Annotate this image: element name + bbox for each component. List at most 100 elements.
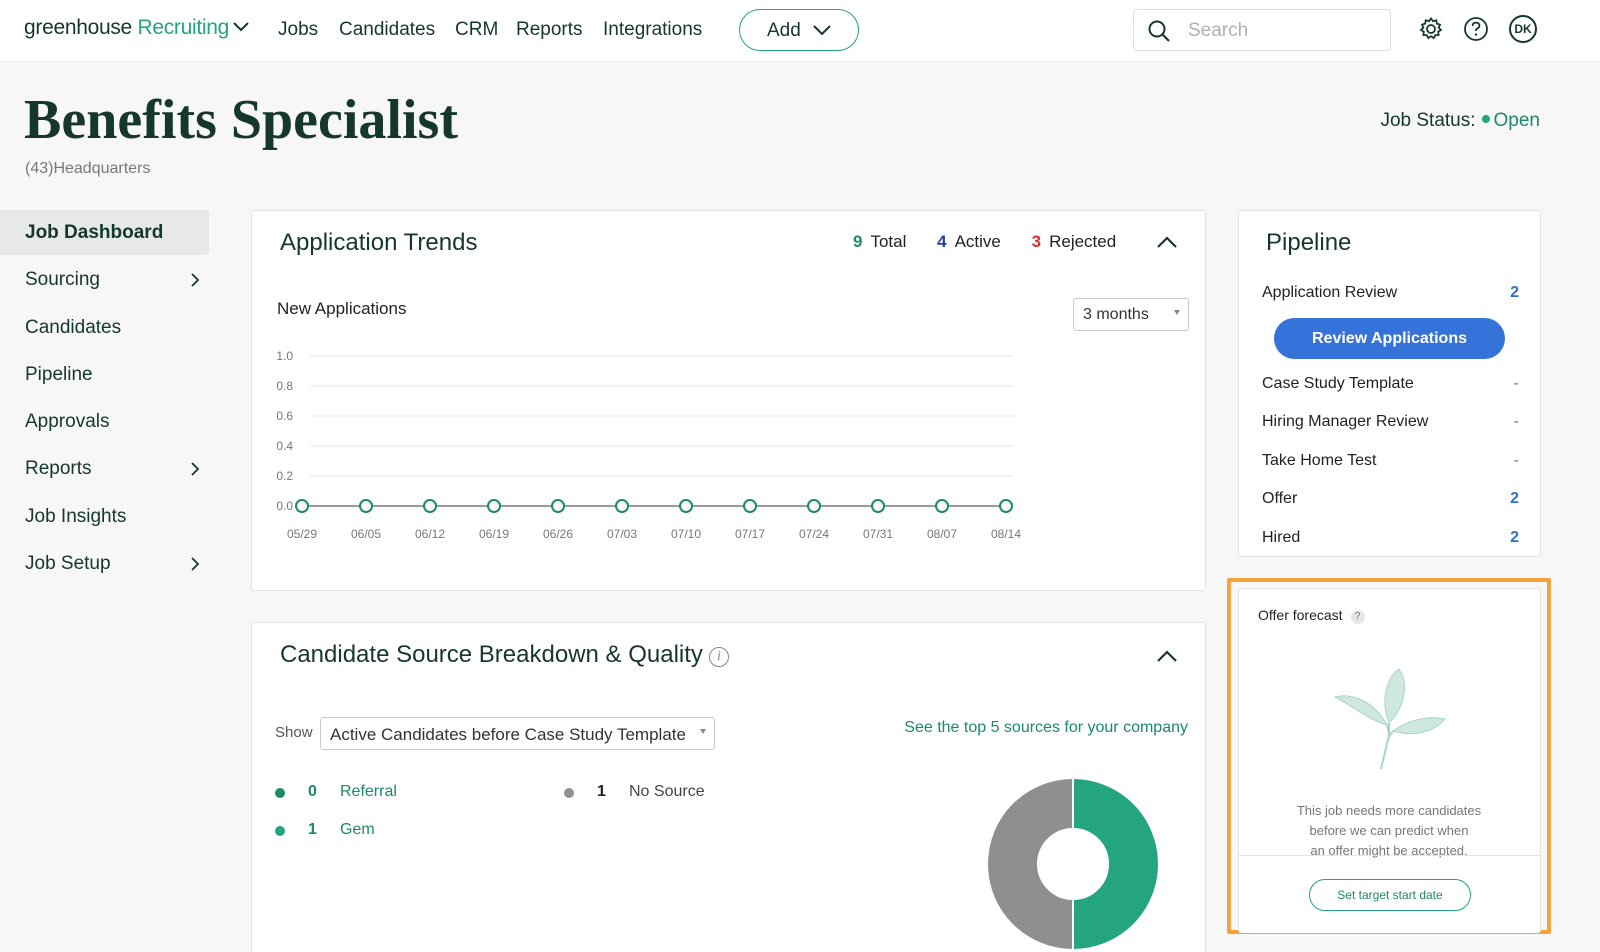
stage-count[interactable]: 2 — [1510, 284, 1519, 302]
y-tick-label: 0.0 — [276, 499, 293, 513]
show-select[interactable]: Active Candidates before Case Study Temp… — [320, 717, 715, 750]
stat-total[interactable]: 9 Total — [853, 232, 906, 251]
data-point — [423, 499, 437, 513]
product-switcher-chevron-icon[interactable] — [232, 20, 250, 38]
info-icon[interactable]: i — [708, 647, 729, 667]
source-item-referral[interactable]: 0 Referral — [275, 783, 525, 803]
x-tick-label: 06/12 — [415, 527, 445, 541]
sidebar-item-label: Job Insights — [25, 506, 127, 527]
select-arrow-icon — [1174, 310, 1180, 315]
pipeline-stage-application-review[interactable]: Application Review 2 — [1262, 284, 1519, 302]
stage-count[interactable]: 2 — [1510, 529, 1519, 547]
x-tick-label: 06/26 — [543, 527, 573, 541]
x-tick-label: 07/24 — [799, 527, 829, 541]
top-sources-link[interactable]: See the top 5 sources for your company — [904, 719, 1188, 737]
page-title: Benefits Specialist — [24, 89, 458, 151]
stat-active-count: 4 — [937, 232, 947, 251]
new-applications-chart: 0.0 0.2 0.4 0.6 0.8 1.0 05/29 06/05 06/12 06/19 06… — [276, 349, 1021, 541]
divider — [1239, 855, 1540, 856]
y-tick-label: 1.0 — [276, 349, 293, 363]
stat-rejected-label: Rejected — [1049, 232, 1117, 251]
user-avatar[interactable]: DK — [1509, 15, 1537, 43]
stage-name: Case Study Template — [1262, 375, 1414, 392]
sidebar-item-label: Sourcing — [25, 269, 100, 290]
sidebar-item-job-insights[interactable]: Job Insights — [0, 494, 209, 539]
collapse-chevron-up-icon[interactable] — [1156, 649, 1178, 668]
pipeline-card: Pipeline Application Review 2 Review Appl… — [1238, 210, 1541, 557]
search-box[interactable] — [1133, 9, 1391, 51]
sidebar-item-reports[interactable]: Reports — [0, 446, 209, 491]
data-point — [487, 499, 501, 513]
review-applications-button[interactable]: Review Applications — [1274, 318, 1505, 359]
x-tick-label: 05/29 — [287, 527, 317, 541]
pipeline-stage-hired[interactable]: Hired 2 — [1262, 529, 1519, 547]
application-trends-card: Application Trends 9 Total 4 Active 3 Rejec… — [251, 210, 1206, 591]
stage-name: Take Home Test — [1262, 452, 1377, 469]
data-point — [935, 499, 949, 513]
greenhouse-logo[interactable]: greenhouse Recruiting — [24, 16, 229, 40]
pipeline-stage-hiring-manager-review[interactable]: Hiring Manager Review - — [1262, 413, 1519, 431]
candidate-source-title-text: Candidate Source Breakdown & Quality — [280, 641, 703, 668]
stat-total-count: 9 — [853, 232, 863, 251]
add-button[interactable]: Add — [739, 9, 859, 51]
sidebar-item-label: Job Setup — [25, 553, 111, 574]
stat-active[interactable]: 4 Active — [937, 232, 1001, 251]
legend-dot-icon — [564, 788, 574, 798]
range-select[interactable]: 3 months — [1073, 298, 1189, 331]
candidate-source-title: Candidate Source Breakdown & Quality i — [280, 641, 729, 669]
sidebar-item-label: Reports — [25, 458, 92, 479]
y-tick-label: 0.2 — [276, 469, 293, 483]
donut-slice[interactable] — [1072, 776, 1160, 952]
nav-integrations-link[interactable]: Integrations — [603, 19, 702, 41]
offer-forecast-card: Offer forecast? This job needs more cand… — [1238, 588, 1541, 933]
message-line: an offer might be accepted. — [1310, 843, 1468, 858]
sidebar-item-label: Job Dashboard — [25, 222, 164, 243]
stat-rejected[interactable]: 3 Rejected — [1032, 232, 1117, 251]
logo-brand: greenhouse — [24, 16, 132, 39]
help-icon[interactable]: ? — [1350, 610, 1365, 624]
search-input[interactable] — [1188, 19, 1378, 43]
data-point — [871, 499, 885, 513]
data-point — [551, 499, 565, 513]
select-arrow-icon — [700, 729, 706, 734]
sidebar-item-pipeline[interactable]: Pipeline — [0, 352, 209, 397]
data-point — [807, 499, 821, 513]
gear-icon[interactable] — [1418, 16, 1444, 47]
stat-active-label: Active — [954, 232, 1001, 251]
nav-candidates-link[interactable]: Candidates — [339, 19, 435, 41]
collapse-chevron-up-icon[interactable] — [1156, 235, 1178, 254]
pipeline-stage-case-study-template[interactable]: Case Study Template - — [1262, 375, 1519, 393]
source-item-gem[interactable]: 1 Gem — [275, 821, 525, 841]
sidebar-item-job-setup[interactable]: Job Setup — [0, 541, 209, 586]
nav-reports-link[interactable]: Reports — [516, 19, 583, 41]
help-icon[interactable] — [1463, 16, 1489, 47]
source-count: 1 — [308, 821, 317, 838]
job-status-value[interactable]: Open — [1494, 110, 1540, 131]
sidebar-item-candidates[interactable]: Candidates — [0, 305, 209, 350]
nav-jobs-link[interactable]: Jobs — [278, 19, 318, 41]
sidebar-item-label: Candidates — [25, 317, 122, 338]
set-target-start-date-button[interactable]: Set target start date — [1309, 879, 1471, 911]
stage-count: - — [1513, 413, 1519, 430]
sidebar-item-sourcing[interactable]: Sourcing — [0, 257, 209, 302]
nav-crm-link[interactable]: CRM — [455, 19, 498, 41]
sidebar-item-label: Pipeline — [25, 364, 93, 385]
sidebar-item-job-dashboard[interactable]: Job Dashboard — [0, 210, 209, 255]
pipeline-stage-offer[interactable]: Offer 2 — [1262, 490, 1519, 508]
x-tick-label: 07/10 — [671, 527, 701, 541]
stat-total-label: Total — [870, 232, 907, 251]
x-tick-label: 07/31 — [863, 527, 893, 541]
offer-forecast-title-text: Offer forecast — [1258, 607, 1343, 623]
x-tick-label: 08/07 — [927, 527, 957, 541]
data-point — [679, 499, 693, 513]
pipeline-stage-take-home-test[interactable]: Take Home Test - — [1262, 452, 1519, 470]
stage-name: Hired — [1262, 529, 1301, 546]
source-name: No Source — [629, 783, 705, 800]
show-label: Show — [275, 724, 313, 741]
data-point — [743, 499, 757, 513]
donut-slice[interactable] — [986, 776, 1074, 952]
stage-count[interactable]: 2 — [1510, 490, 1519, 508]
sidebar-item-approvals[interactable]: Approvals — [0, 399, 209, 444]
x-tick-label: 07/17 — [735, 527, 765, 541]
data-point — [999, 499, 1013, 513]
